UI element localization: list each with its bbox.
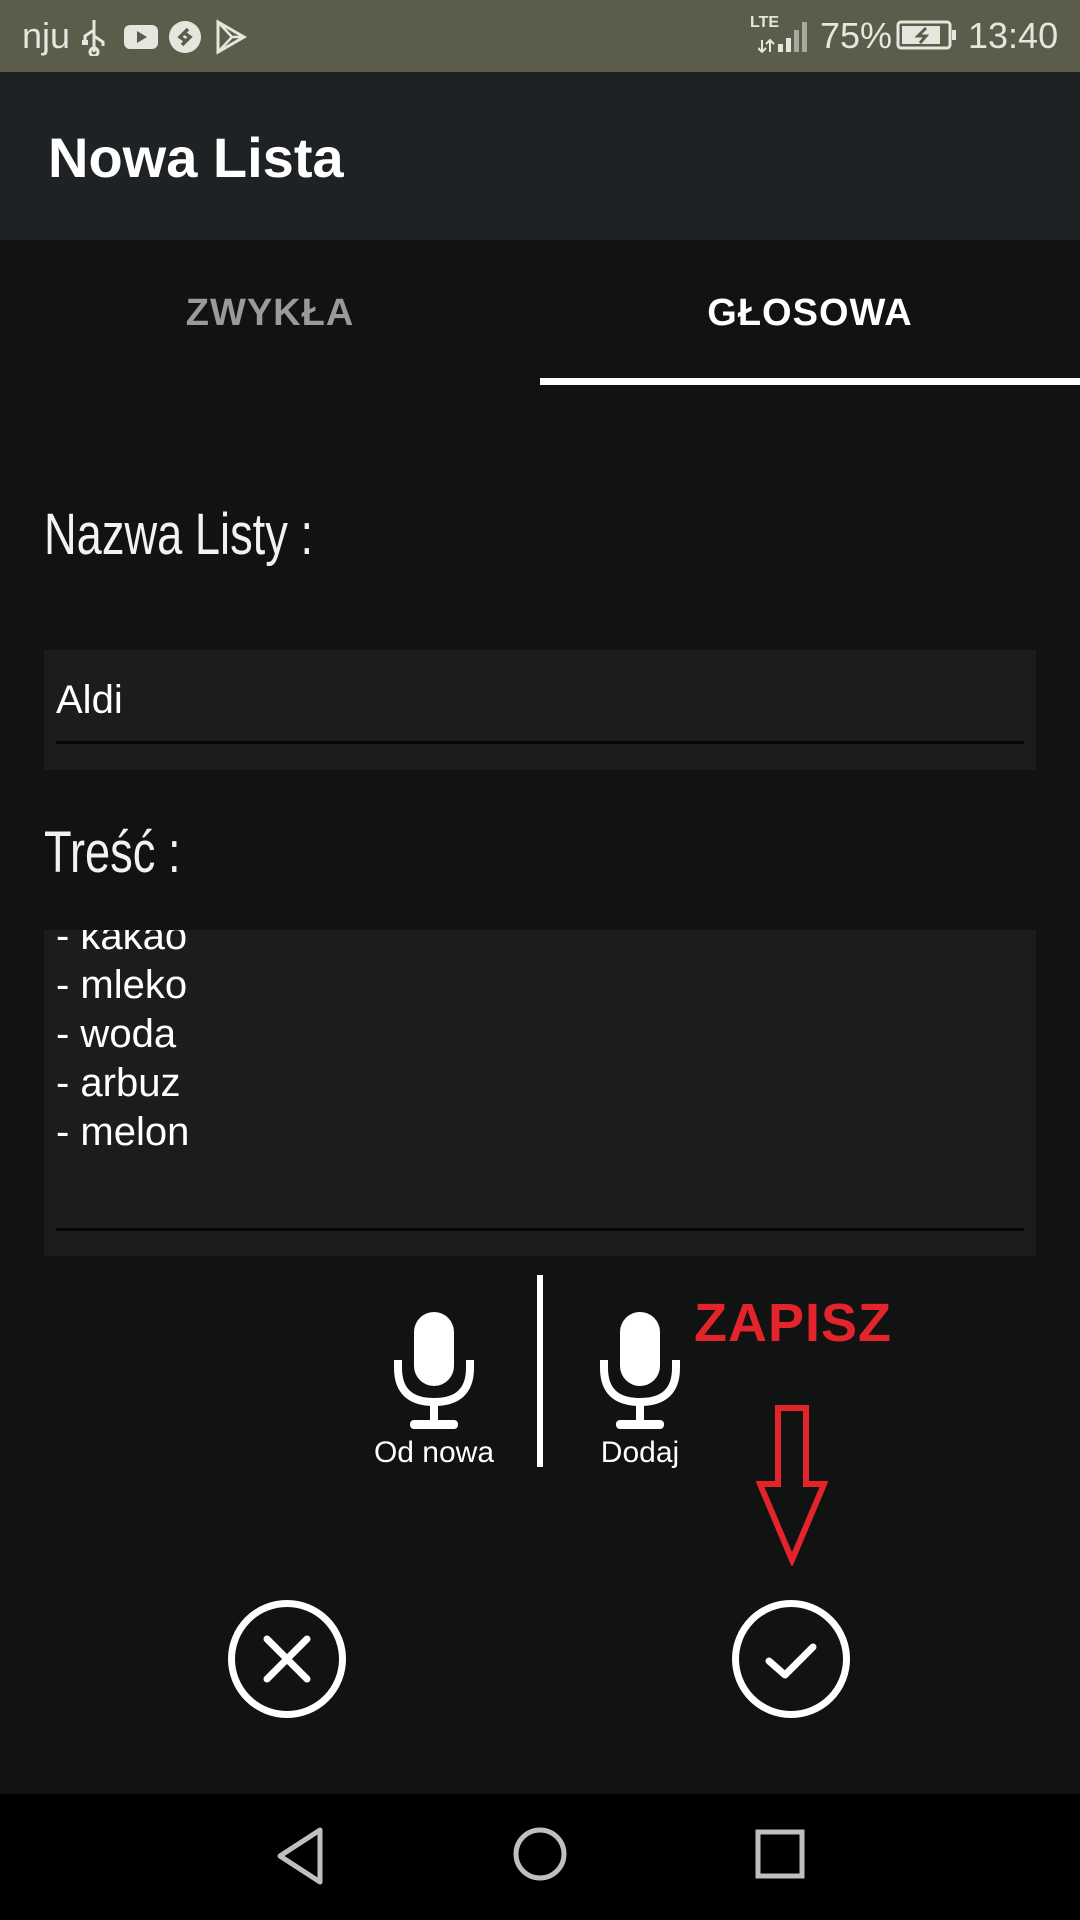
add-label: Dodaj [600, 1436, 680, 1469]
navigation-bar [0, 1794, 1080, 1920]
usb-icon [82, 20, 105, 56]
signal-icon [758, 22, 807, 54]
cancel-button[interactable] [228, 1600, 346, 1718]
list-item: - kakao [56, 930, 188, 958]
check-icon [765, 1643, 817, 1679]
list-item: - melon [56, 1110, 190, 1154]
content-field[interactable]: - kakao - mleko - woda - arbuz - melon [44, 930, 1036, 1256]
youtube-icon [124, 25, 158, 49]
content-field-underline [56, 1228, 1024, 1231]
tab-voice[interactable]: GŁOSOWA [540, 240, 1080, 386]
microphone-icon [394, 1312, 474, 1429]
list-item: - arbuz [56, 1061, 181, 1105]
save-annotation: ZAPISZ [694, 1293, 893, 1353]
add-dictation-button[interactable]: Dodaj [570, 1310, 710, 1470]
save-button[interactable] [732, 1600, 850, 1718]
home-icon[interactable] [512, 1826, 568, 1882]
restart-label: Od nowa [373, 1436, 495, 1469]
tab-regular[interactable]: ZWYKŁA [0, 240, 540, 386]
list-name-input[interactable] [56, 678, 1012, 723]
recents-icon[interactable] [754, 1828, 806, 1880]
clock: 13:40 [968, 15, 1059, 56]
play-store-icon [216, 19, 248, 55]
back-icon[interactable] [272, 1824, 328, 1888]
name-field-underline [56, 741, 1024, 744]
list-item: - mleko [56, 963, 188, 1007]
carrier-name: nju [22, 15, 71, 56]
restart-dictation-button[interactable]: Od nowa [364, 1310, 504, 1470]
battery-percent: 75% [820, 15, 893, 56]
tab-indicator [540, 378, 1080, 385]
battery-charging-icon [896, 20, 956, 50]
page-title: Nowa Lista [48, 126, 344, 189]
list-name-label: Nazwa Listy : [44, 502, 314, 567]
shazam-icon [169, 21, 201, 53]
list-item: - woda [56, 1012, 177, 1056]
arrow-down-icon [756, 1405, 828, 1566]
close-icon [263, 1635, 311, 1683]
content-label: Treść : [44, 820, 181, 885]
microphone-icon [600, 1312, 680, 1429]
status-bar: nju LTE 75% 13:40 [0, 0, 1080, 72]
list-name-field[interactable] [44, 650, 1036, 770]
content-text[interactable]: - kakao - mleko - woda - arbuz - melon [56, 930, 189, 1157]
voice-divider [537, 1275, 543, 1467]
